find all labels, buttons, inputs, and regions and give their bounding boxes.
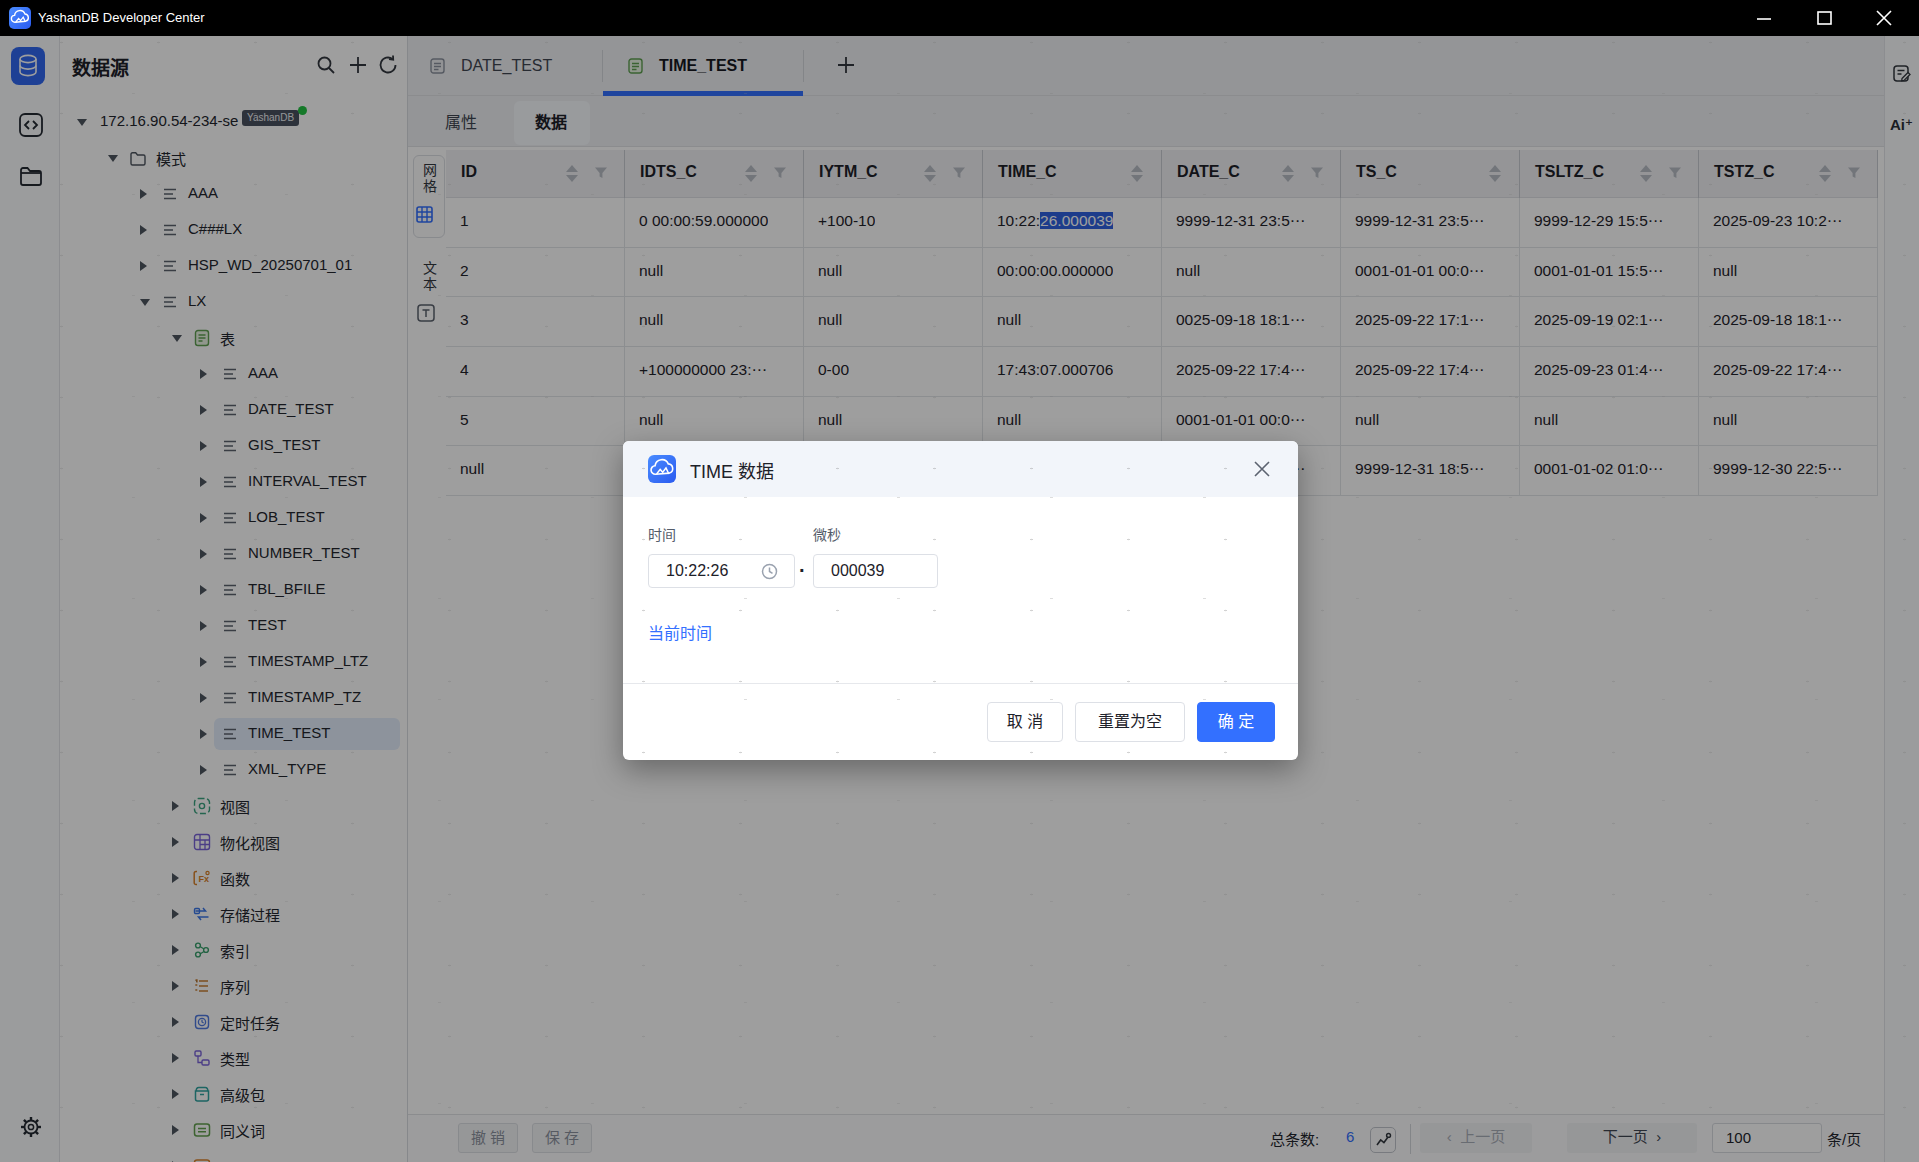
microsecond-field-label: 微秒 <box>813 524 841 544</box>
dialog-logo-icon <box>648 455 676 483</box>
minimize-button[interactable] <box>1740 0 1788 36</box>
reset-empty-button[interactable]: 重置为空 <box>1075 702 1185 742</box>
current-time-link[interactable]: 当前时间 <box>648 620 712 644</box>
dialog-title: TIME 数据 <box>690 457 774 483</box>
cancel-button[interactable]: 取 消 <box>987 702 1063 742</box>
time-field-label: 时间 <box>648 524 676 544</box>
maximize-button[interactable] <box>1800 0 1848 36</box>
footer-divider <box>623 683 1298 684</box>
microsecond-input[interactable]: 000039 <box>813 554 938 588</box>
confirm-button[interactable]: 确 定 <box>1197 702 1275 742</box>
title-bar: YashanDB Developer Center <box>0 0 1919 36</box>
time-edit-dialog: TIME 数据 时间 微秒 10:22:26 · 000039 当前时间 取 消… <box>623 441 1298 760</box>
app-logo-icon <box>9 7 31 29</box>
clock-icon[interactable] <box>761 563 778 580</box>
close-button[interactable] <box>1860 0 1908 36</box>
dot-separator: · <box>799 559 806 582</box>
dialog-close-icon[interactable] <box>1252 459 1272 479</box>
dialog-header: TIME 数据 <box>623 441 1298 497</box>
window-title: YashanDB Developer Center <box>38 0 205 36</box>
